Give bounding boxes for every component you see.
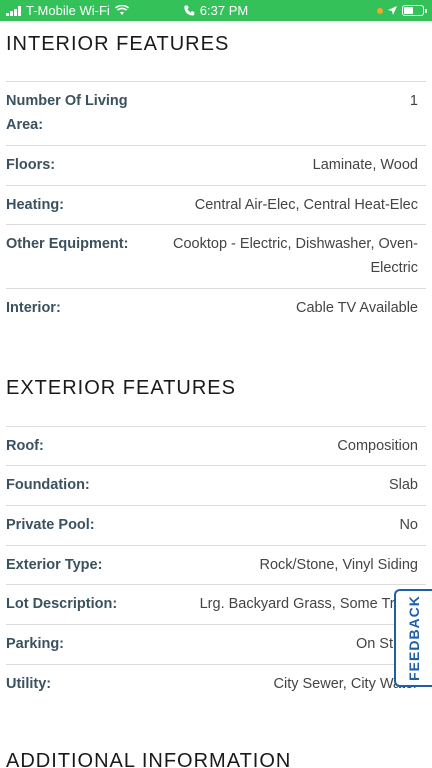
divider xyxy=(6,584,426,585)
row-label: Roof: xyxy=(6,438,44,454)
row-value: No xyxy=(399,517,418,533)
row-label: Exterior Type: xyxy=(6,557,103,573)
row-label: Foundation: xyxy=(6,477,90,493)
feedback-label: FEEDBACK xyxy=(406,595,422,681)
row-value: Slab xyxy=(388,477,418,493)
row-value: On Street xyxy=(355,636,418,652)
row-label: Floors: xyxy=(6,157,56,173)
row-value: City Sewer, City Water xyxy=(273,676,419,692)
divider xyxy=(6,426,426,427)
row-label: Number Of Living Area: xyxy=(6,93,128,133)
divider xyxy=(6,81,426,82)
location-arrow-icon xyxy=(388,6,397,15)
divider xyxy=(6,624,426,625)
row-label: Private Pool: xyxy=(6,517,95,533)
row-label: Interior: xyxy=(6,300,61,316)
status-center: 6:37 PM xyxy=(184,3,248,18)
clock: 6:37 PM xyxy=(199,3,249,18)
wifi-icon xyxy=(114,5,129,15)
battery-fill xyxy=(404,7,414,14)
interior-section-title: INTERIOR FEATURES xyxy=(6,33,230,55)
battery-icon xyxy=(402,5,427,16)
divider xyxy=(6,545,426,546)
feedback-button[interactable]: FEEDBACK xyxy=(394,589,432,687)
status-right xyxy=(377,5,427,16)
divider xyxy=(6,505,426,506)
row-value: Rock/Stone, Vinyl Siding xyxy=(259,557,418,573)
divider xyxy=(6,185,426,186)
row-label: Other Equipment: xyxy=(6,236,129,252)
divider xyxy=(6,288,426,289)
additional-section-title: ADDITIONAL INFORMATION xyxy=(6,750,292,768)
exterior-section-title: EXTERIOR FEATURES xyxy=(6,377,236,399)
carrier-label: T-Mobile Wi-Fi xyxy=(26,3,110,18)
row-value: Central Air-Elec, Central Heat-Elec xyxy=(194,197,418,213)
row-label: Lot Description: xyxy=(6,596,118,612)
divider xyxy=(6,145,426,146)
privacy-dot-icon xyxy=(377,7,383,14)
row-value: Cable TV Available xyxy=(296,300,418,316)
row-value: 1 xyxy=(409,93,418,109)
row-value: Lrg. Backyard Grass, Some Trees xyxy=(199,596,418,612)
row-label: Heating: xyxy=(6,197,64,213)
signal-bars-icon xyxy=(6,5,21,16)
divider xyxy=(6,224,426,225)
row-value: Laminate, Wood xyxy=(312,157,418,173)
status-bar: T-Mobile Wi-Fi 6:37 PM xyxy=(0,0,432,21)
row-value: Cooktop - Electric, Dishwasher, Oven-Ele… xyxy=(173,236,418,276)
row-label: Utility: xyxy=(6,676,52,692)
divider xyxy=(6,664,426,665)
row-value: Composition xyxy=(337,438,418,454)
phone-call-icon xyxy=(184,5,195,16)
divider xyxy=(6,465,426,466)
row-label: Parking: xyxy=(6,636,65,652)
status-left: T-Mobile Wi-Fi xyxy=(6,3,129,18)
